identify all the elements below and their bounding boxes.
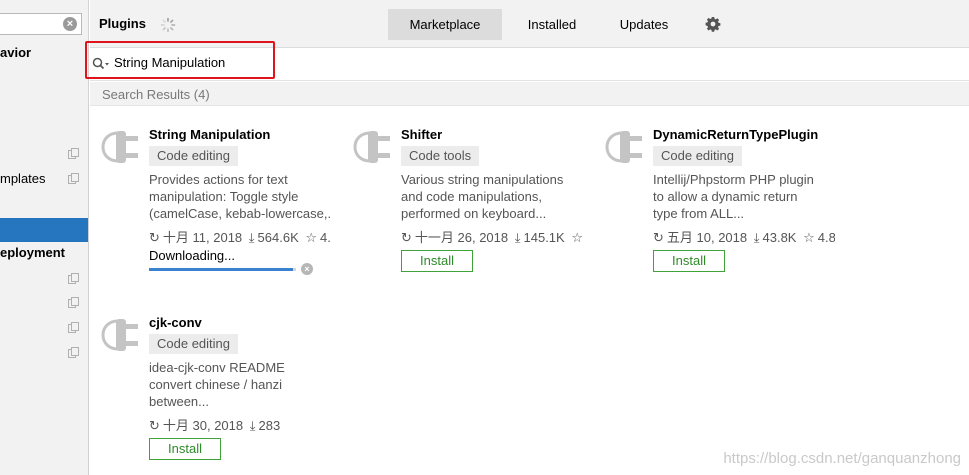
plugin-description: Various string manipulations and code ma… [401, 171, 583, 222]
plugin-date: 十月 11, 2018 [162, 230, 243, 245]
plugin-card[interactable]: Shifter Code tools Various string manipu… [353, 127, 593, 287]
description-line: idea-cjk-conv README [149, 360, 285, 375]
plugin-meta: ↻ 十月 11, 2018 ⤓ 564.6K ☆ 4. [149, 227, 331, 246]
description-line: and code manipulations, [401, 189, 542, 204]
plugin-name[interactable]: cjk-conv [149, 315, 202, 330]
plugin-downloads: 283 [258, 418, 281, 433]
gear-icon[interactable] [705, 16, 721, 32]
refresh-icon: ↻ [401, 230, 412, 245]
refresh-icon: ↻ [149, 418, 160, 433]
plugin-downloads: 43.8K [762, 230, 797, 245]
description-line: Provides actions for text [149, 172, 288, 187]
sidebar-item-templates[interactable]: mplates [0, 171, 46, 186]
project-settings-icon [68, 173, 79, 184]
description-line: Various string manipulations [401, 172, 564, 187]
refresh-icon: ↻ [149, 230, 160, 245]
description-line: Intellij/Phpstorm PHP plugin [653, 172, 814, 187]
plugin-description: idea-cjk-conv README convert chinese / h… [149, 359, 331, 410]
loading-spinner-icon [160, 17, 176, 33]
page-title: Plugins [99, 16, 146, 31]
download-icon: ⤓ [248, 230, 255, 245]
plugin-card[interactable]: DynamicReturnTypePlugin Code editing Int… [605, 127, 845, 287]
plugin-description: Intellij/Phpstorm PHP plugin to allow a … [653, 171, 835, 222]
download-progress-bar [149, 268, 296, 271]
plugin-icon [101, 131, 138, 163]
sidebar-item-behavior[interactable]: avior [0, 45, 31, 60]
downloading-status: Downloading... [149, 248, 235, 263]
results-count-label: Search Results (4) [102, 87, 210, 102]
sidebar-item-plugins-selected[interactable] [0, 218, 88, 242]
star-icon: ☆ [305, 230, 318, 245]
plugin-name[interactable]: String Manipulation [149, 127, 270, 142]
plugin-date: 五月 10, 2018 [666, 230, 748, 245]
tab-marketplace[interactable]: Marketplace [388, 9, 502, 40]
refresh-icon: ↻ [653, 230, 664, 245]
install-button[interactable]: Install [401, 250, 473, 272]
search-query-text: String Manipulation [114, 55, 226, 70]
settings-sidebar: × avior mplates eployment [0, 0, 89, 475]
description-line: convert chinese / hanzi [149, 377, 282, 392]
plugin-category-tag: Code tools [401, 146, 480, 166]
plugin-search-row: String Manipulation [85, 41, 969, 81]
plugin-card[interactable]: cjk-conv Code editing idea-cjk-conv READ… [101, 315, 341, 475]
tab-installed[interactable]: Installed [510, 9, 594, 40]
install-button[interactable]: Install [653, 250, 725, 272]
plugin-meta: ↻ 十月 30, 2018 ⤓ 283 [149, 415, 331, 434]
project-settings-icon [68, 273, 79, 284]
tab-updates[interactable]: Updates [606, 9, 682, 40]
plugin-icon [605, 131, 642, 163]
plugin-name[interactable]: Shifter [401, 127, 442, 142]
plugin-date: 十月 30, 2018 [162, 418, 244, 433]
clear-search-icon[interactable]: × [63, 17, 77, 31]
plugin-icon [353, 131, 390, 163]
star-icon: ☆ [571, 230, 583, 245]
project-settings-icon [68, 297, 79, 308]
project-settings-icon [68, 148, 79, 159]
plugin-rating: 4.8 [817, 230, 835, 245]
plugin-meta: ↻ 五月 10, 2018 ⤓ 43.8K ☆ 4.8 [653, 227, 835, 246]
plugin-search-input[interactable]: String Manipulation [85, 41, 275, 79]
search-icon[interactable] [92, 57, 110, 71]
plugin-date: 十一月 26, 2018 [414, 230, 509, 245]
watermark-text: https://blog.csdn.net/ganquanzhong [723, 450, 961, 467]
plugin-category-tag: Code editing [653, 146, 742, 166]
install-button[interactable]: Install [149, 438, 221, 460]
star-icon: ☆ [803, 230, 815, 245]
description-line: type from ALL... [653, 206, 745, 221]
plugin-description: Provides actions for text manipulation: … [149, 171, 331, 222]
plugin-card[interactable]: String Manipulation Code editing Provide… [101, 127, 341, 287]
description-line: between... [149, 394, 209, 409]
plugin-category-tag: Code editing [149, 334, 238, 354]
plugin-category-tag: Code editing [149, 146, 238, 166]
description-line: manipulation: Toggle style [149, 189, 299, 204]
cancel-download-icon[interactable]: × [301, 263, 313, 275]
project-settings-icon [68, 347, 79, 358]
plugin-name[interactable]: DynamicReturnTypePlugin [653, 127, 818, 142]
download-icon: ⤓ [753, 230, 760, 245]
description-line: (camelCase, kebab-lowercase,. [149, 206, 331, 221]
description-line: to allow a dynamic return [653, 189, 798, 204]
plugin-icon [101, 319, 138, 351]
plugin-downloads: 145.1K [523, 230, 565, 245]
download-progress-fill [149, 268, 294, 271]
plugin-downloads: 564.6K [257, 230, 299, 245]
project-settings-icon [68, 322, 79, 333]
download-icon: ⤓ [514, 230, 521, 245]
plugin-meta: ↻ 十一月 26, 2018 ⤓ 145.1K ☆ [401, 227, 583, 246]
download-icon: ⤓ [249, 418, 256, 433]
description-line: performed on keyboard... [401, 206, 547, 221]
results-bar: Search Results (4) [90, 82, 969, 106]
plugin-rating: 4. [320, 230, 331, 245]
sidebar-item-deployment[interactable]: eployment [0, 245, 65, 260]
settings-search-field[interactable]: × [0, 13, 82, 35]
